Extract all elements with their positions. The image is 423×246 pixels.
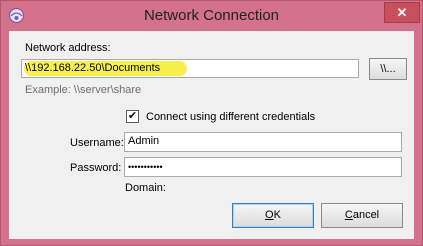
checkmark-icon: ✔: [127, 110, 138, 122]
credentials-checkbox[interactable]: ✔: [126, 110, 139, 123]
network-connection-dialog: Network Connection ✕ Network address: \\…: [0, 0, 423, 246]
cancel-mnemonic: C: [344, 209, 353, 221]
password-label: Password:: [70, 162, 122, 174]
close-button[interactable]: ✕: [384, 2, 420, 23]
example-hint: Example: \\server\share: [25, 84, 142, 96]
username-field[interactable]: Admin: [124, 132, 402, 152]
domain-label: Domain:: [125, 182, 166, 194]
ok-label-rest: K: [273, 209, 281, 221]
dialog-body: Network address: \\192.168.22.50\Documen…: [9, 31, 414, 239]
password-field[interactable]: •••••••••••: [124, 157, 402, 177]
cancel-label-rest: ancel: [352, 209, 380, 221]
window-title: Network Connection: [143, 7, 280, 24]
credentials-checkbox-label[interactable]: Connect using different credentials: [146, 111, 315, 123]
ok-button[interactable]: OK: [232, 203, 314, 228]
title-bar[interactable]: Network Connection ✕: [1, 1, 422, 31]
browse-button[interactable]: \\...: [369, 58, 407, 80]
username-label: Username:: [70, 137, 124, 149]
network-address-label: Network address:: [25, 42, 111, 54]
cancel-button[interactable]: Cancel: [321, 203, 403, 228]
network-address-value: \\192.168.22.50\Documents: [25, 62, 161, 74]
close-icon: ✕: [396, 5, 408, 20]
network-address-field[interactable]: \\192.168.22.50\Documents: [21, 59, 359, 78]
ok-mnemonic: O: [265, 209, 274, 221]
